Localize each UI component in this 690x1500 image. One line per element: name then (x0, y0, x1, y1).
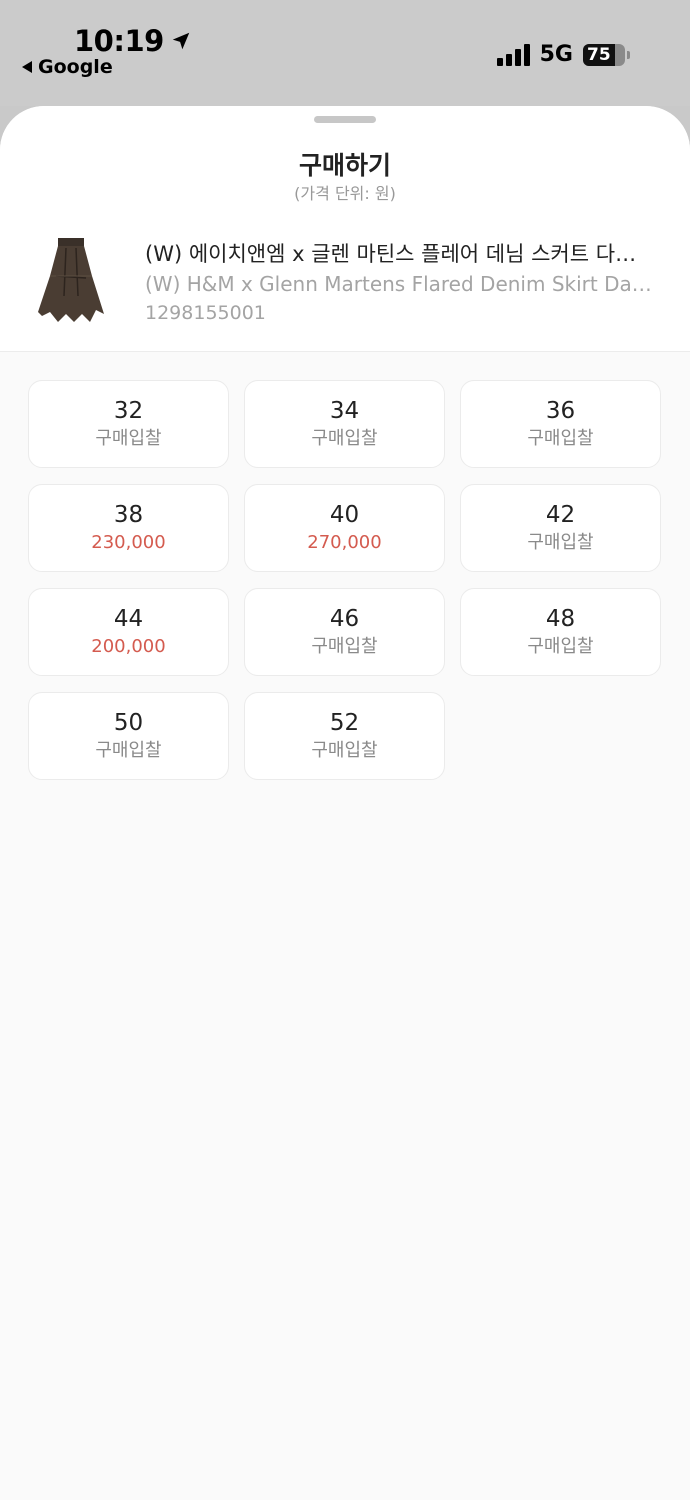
battery-cap (627, 50, 630, 59)
back-triangle-icon (22, 61, 32, 73)
size-price: 구매입찰 (311, 740, 378, 761)
product-thumbnail-icon (38, 238, 104, 322)
size-price: 구매입찰 (311, 428, 378, 449)
size-option-34[interactable]: 34 구매입찰 (244, 380, 445, 468)
size-option-46[interactable]: 46 구매입찰 (244, 588, 445, 676)
size-price: 230,000 (91, 532, 166, 553)
size-option-38[interactable]: 38 230,000 (28, 484, 229, 572)
size-option-42[interactable]: 42 구매입찰 (460, 484, 661, 572)
product-name-english: (W) H&M x Glenn Martens Flared Denim Ski… (145, 272, 653, 296)
size-price: 구매입찰 (527, 532, 594, 553)
status-bar: 10:19 Google 5G 75 (0, 0, 690, 106)
size-option-50[interactable]: 50 구매입찰 (28, 692, 229, 780)
size-grid: 32 구매입찰 34 구매입찰 36 구매입찰 38 230,000 40 270,000 42 구매… (28, 380, 662, 780)
sheet-title: 구매하기 (298, 151, 391, 180)
size-label: 50 (113, 710, 144, 736)
battery-level: 75 (587, 44, 611, 65)
battery-icon: 75 (583, 43, 625, 66)
size-label: 46 (329, 606, 360, 632)
status-time: 10:19 (74, 24, 192, 58)
size-label: 48 (545, 606, 576, 632)
size-label: 44 (113, 606, 144, 632)
size-label: 52 (329, 710, 360, 736)
cellular-signal-icon (496, 43, 530, 66)
size-label: 36 (545, 398, 576, 424)
product-code: 1298155001 (145, 302, 266, 324)
network-type: 5G (539, 42, 573, 67)
size-option-48[interactable]: 48 구매입찰 (460, 588, 661, 676)
size-price: 270,000 (307, 532, 382, 553)
size-option-36[interactable]: 36 구매입찰 (460, 380, 661, 468)
size-label: 42 (545, 502, 576, 528)
location-arrow-icon (172, 32, 190, 50)
size-label: 32 (113, 398, 144, 424)
size-label: 40 (329, 502, 360, 528)
size-price: 200,000 (91, 636, 166, 657)
size-label: 34 (329, 398, 360, 424)
size-option-52[interactable]: 52 구매입찰 (244, 692, 445, 780)
size-label: 38 (113, 502, 144, 528)
sheet-grab-handle[interactable] (314, 116, 376, 123)
size-price: 구매입찰 (95, 428, 162, 449)
status-indicators: 5G 75 (496, 42, 630, 67)
size-option-44[interactable]: 44 200,000 (28, 588, 229, 676)
size-option-32[interactable]: 32 구매입찰 (28, 380, 229, 468)
price-unit-note: (가격 단위: 원) (294, 184, 396, 203)
status-time-text: 10:19 (74, 24, 164, 58)
size-price: 구매입찰 (527, 428, 594, 449)
size-price: 구매입찰 (95, 740, 162, 761)
purchase-sheet: 구매하기 (가격 단위: 원) (W) 에이치앤엠 x 글렌 마틴스 플레어 데… (0, 106, 690, 1500)
back-to-app-button[interactable]: Google (22, 56, 113, 78)
back-app-label: Google (38, 56, 113, 78)
product-name: (W) 에이치앤엠 x 글렌 마틴스 플레어 데님 스커트 다크 브라운 (145, 242, 645, 266)
size-price: 구매입찰 (527, 636, 594, 657)
size-option-40[interactable]: 40 270,000 (244, 484, 445, 572)
sheet-header: 구매하기 (가격 단위: 원) (W) 에이치앤엠 x 글렌 마틴스 플레어 데… (0, 106, 690, 352)
size-price: 구매입찰 (311, 636, 378, 657)
